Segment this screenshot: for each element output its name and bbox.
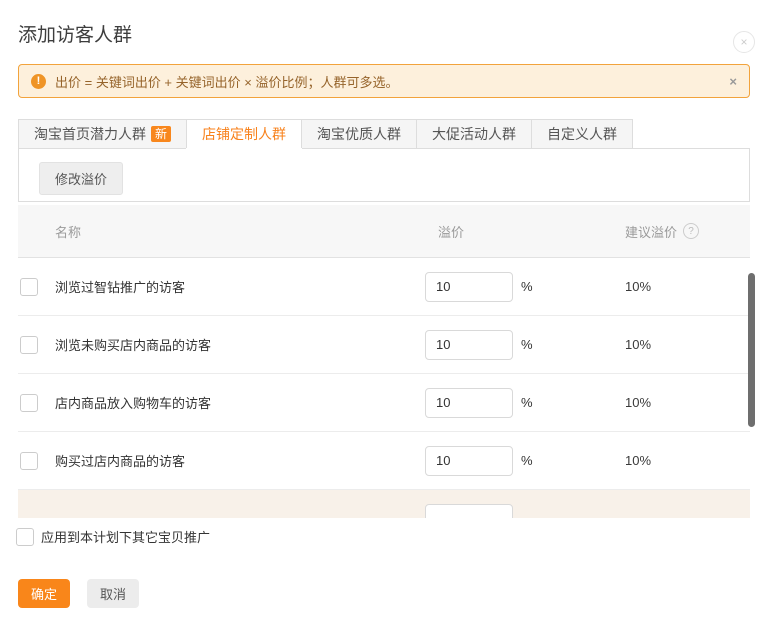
alert-close-icon[interactable]: × xyxy=(729,74,737,89)
tab-promo-activity[interactable]: 大促活动人群 xyxy=(416,119,532,148)
tab-taobao-homepage-potential[interactable]: 淘宝首页潜力人群 新 xyxy=(18,119,187,148)
row-checkbox[interactable] xyxy=(20,278,38,296)
modify-premium-button[interactable]: 修改溢价 xyxy=(39,162,123,195)
page-title: 添加访客人群 xyxy=(18,20,750,47)
table-row: 浏览未购买店内商品的访客 % 10% xyxy=(18,316,750,374)
audience-name: 浏览未购买店内商品的访客 xyxy=(55,335,425,354)
row-checkbox[interactable] xyxy=(20,394,38,412)
suggested-premium-value: 10% xyxy=(625,395,651,410)
bid-formula-alert: ! 出价 = 关键词出价 + 关键词出价 × 溢价比例；人群可多选。 × xyxy=(18,64,750,98)
table-row: 浏览过智钻推广的访客 % 10% xyxy=(18,258,750,316)
apply-to-plan-checkbox[interactable] xyxy=(16,528,34,546)
suggested-premium-value: 10% xyxy=(625,453,651,468)
scrollbar-thumb[interactable] xyxy=(748,273,755,427)
row-checkbox[interactable] xyxy=(20,452,38,470)
header-premium: 溢价 xyxy=(425,222,464,241)
row-checkbox[interactable] xyxy=(20,336,38,354)
tab-panel: 修改溢价 xyxy=(18,148,750,202)
audience-name: 浏览过智钻推广的访客 xyxy=(55,277,425,296)
header-name: 名称 xyxy=(55,222,425,241)
audience-name: 店内商品放入购物车的访客 xyxy=(55,393,425,412)
header-suggested-premium: 建议溢价 xyxy=(625,222,677,241)
audience-tabs: 淘宝首页潜力人群 新 店铺定制人群 淘宝优质人群 大促活动人群 自定义人群 xyxy=(18,119,750,148)
premium-input[interactable] xyxy=(425,504,513,518)
cancel-button[interactable]: 取消 xyxy=(87,579,139,608)
warning-icon: ! xyxy=(31,74,46,89)
audience-table-body: 浏览过智钻推广的访客 % 10% 浏览未购买店内商品的访客 % 10% 店内商品… xyxy=(18,258,750,518)
premium-input[interactable] xyxy=(425,388,513,418)
modal-footer: 确定 取消 xyxy=(18,579,750,608)
tab-label: 淘宝优质人群 xyxy=(317,121,401,148)
help-icon[interactable]: ? xyxy=(683,223,699,239)
suggested-premium-value: 10% xyxy=(625,279,651,294)
alert-text: 出价 = 关键词出价 + 关键词出价 × 溢价比例；人群可多选。 xyxy=(55,72,398,91)
premium-input[interactable] xyxy=(425,330,513,360)
audience-name: 购买过店内商品的访客 xyxy=(55,451,425,470)
suggested-premium-value: 10% xyxy=(625,337,651,352)
tab-shop-custom[interactable]: 店铺定制人群 xyxy=(186,119,302,148)
tab-taobao-quality[interactable]: 淘宝优质人群 xyxy=(301,119,417,148)
table-header: 名称 溢价 建议溢价 ? xyxy=(18,205,750,258)
confirm-button[interactable]: 确定 xyxy=(18,579,70,608)
add-visitor-audience-modal: 添加访客人群 × ! 出价 = 关键词出价 + 关键词出价 × 溢价比例；人群可… xyxy=(0,20,768,631)
modal-close-icon[interactable]: × xyxy=(733,31,755,53)
table-row: 店内商品放入购物车的访客 % 10% xyxy=(18,374,750,432)
tab-custom[interactable]: 自定义人群 xyxy=(531,119,633,148)
table-row: 购买过店内商品的访客 % 10% xyxy=(18,432,750,490)
tab-label: 自定义人群 xyxy=(547,121,617,148)
new-badge: 新 xyxy=(151,126,171,142)
percent-sign: % xyxy=(521,395,533,410)
table-row-partial xyxy=(18,490,750,518)
percent-sign: % xyxy=(521,279,533,294)
tab-label: 淘宝首页潜力人群 xyxy=(34,121,146,148)
tab-label: 店铺定制人群 xyxy=(202,121,286,148)
tab-label: 大促活动人群 xyxy=(432,121,516,148)
percent-sign: % xyxy=(521,337,533,352)
percent-sign: % xyxy=(521,453,533,468)
apply-to-plan-row: 应用到本计划下其它宝贝推广 xyxy=(14,527,750,546)
premium-input[interactable] xyxy=(425,272,513,302)
premium-input[interactable] xyxy=(425,446,513,476)
apply-to-plan-label: 应用到本计划下其它宝贝推广 xyxy=(41,527,210,546)
